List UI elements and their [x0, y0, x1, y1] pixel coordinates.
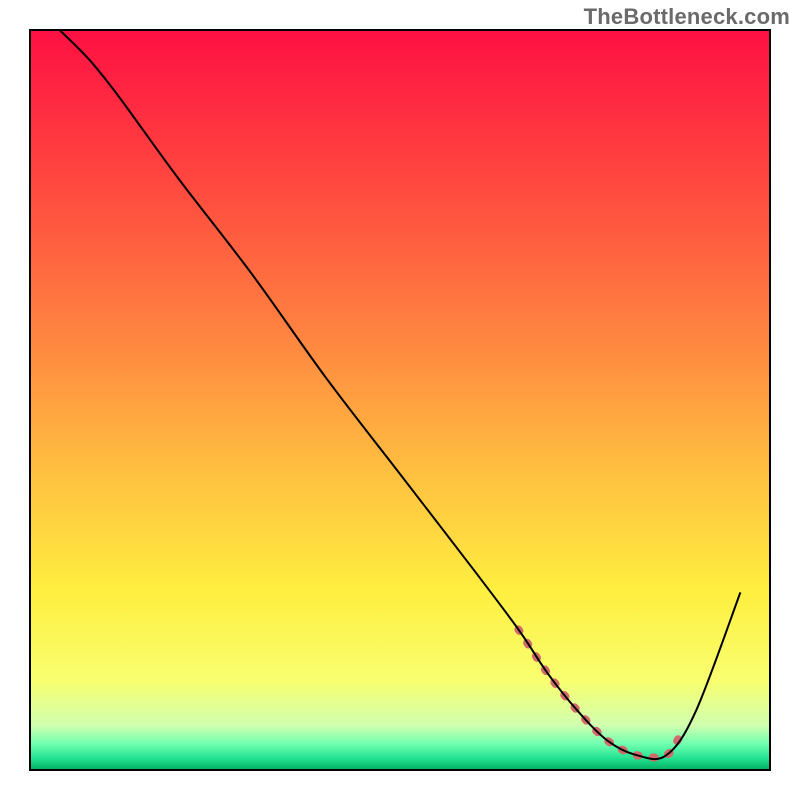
- bottleneck-chart: [0, 0, 800, 800]
- chart-container: TheBottleneck.com: [0, 0, 800, 800]
- plot-background: [30, 30, 770, 770]
- watermark-label: TheBottleneck.com: [584, 4, 790, 30]
